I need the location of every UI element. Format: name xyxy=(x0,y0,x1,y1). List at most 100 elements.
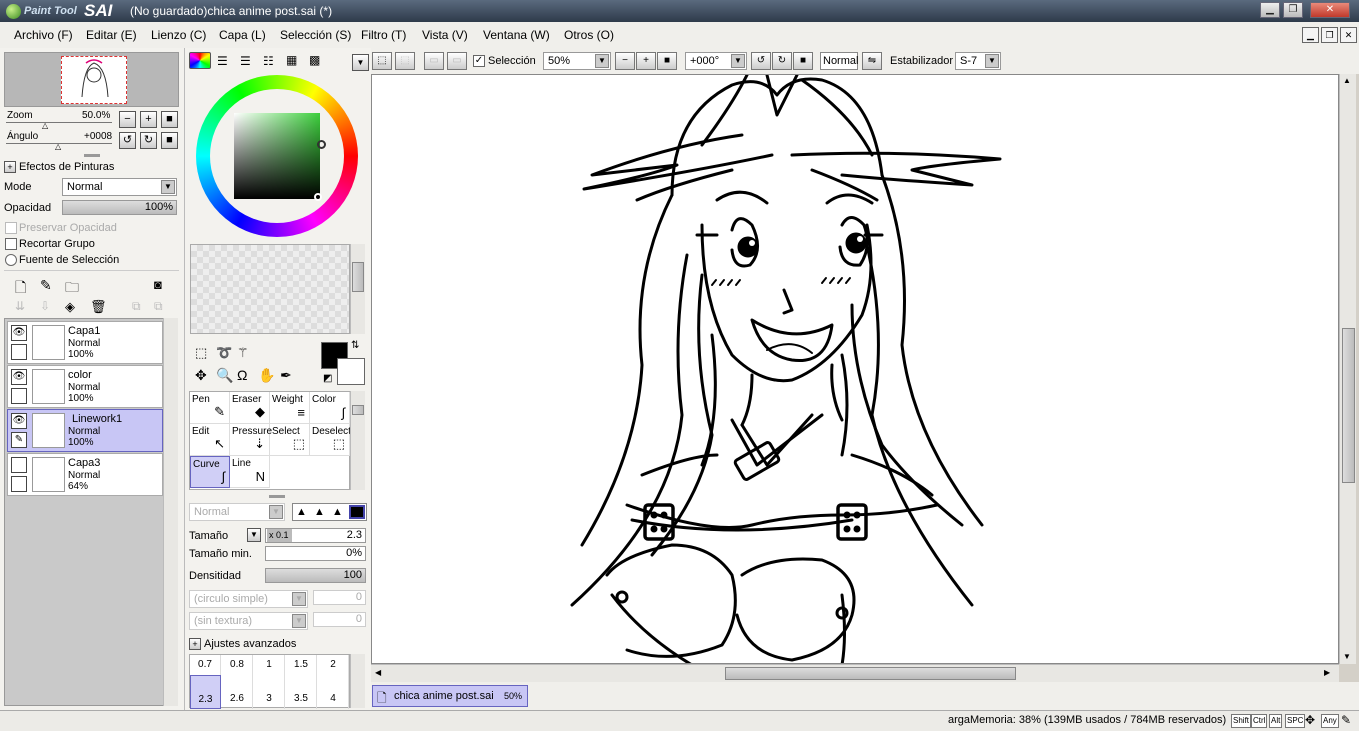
chevron-down-icon[interactable]: ▼ xyxy=(352,54,369,71)
maximize-icon[interactable]: ❐ xyxy=(1283,2,1303,18)
mixer-tab[interactable]: ☷ xyxy=(263,54,274,68)
scroll-up-icon[interactable]: ▲ xyxy=(1343,76,1351,85)
selection-hide-icon[interactable]: ▭ xyxy=(447,52,467,70)
rotate-icon[interactable]: Ω xyxy=(237,367,247,383)
zoom-in-button[interactable]: + xyxy=(140,111,157,128)
layer-row-color[interactable]: 👁 color Normal 100% xyxy=(7,365,163,408)
flip-horizontal-icon[interactable]: ⇋ xyxy=(862,52,882,70)
size-mult-dropdown[interactable]: ▼ xyxy=(247,528,261,542)
layer-lock-toggle[interactable] xyxy=(11,388,27,404)
rotate-right-button[interactable]: ↻ xyxy=(140,132,157,149)
rotate-right-toolbar-button[interactable]: ↻ xyxy=(772,52,792,70)
clip-group-checkbox[interactable] xyxy=(5,238,17,250)
layer-lock-toggle[interactable] xyxy=(11,476,27,492)
hand-icon[interactable]: ✋ xyxy=(258,367,275,384)
color-picker-cursor[interactable] xyxy=(314,193,322,201)
view-mode-select[interactable]: Normal xyxy=(820,52,858,70)
hsv-sliders-tab[interactable]: ☰ xyxy=(240,54,251,68)
merge-down-icon[interactable]: ⇩ xyxy=(40,299,50,313)
zoom-slider[interactable] xyxy=(6,122,112,123)
brush-blend-select[interactable]: Normal ▼ xyxy=(189,503,285,521)
layer-mode-select[interactable]: Normal ▼ xyxy=(62,178,177,196)
opacity-slider[interactable]: 100% xyxy=(62,200,177,215)
new-layer-icon[interactable]: 🗋 xyxy=(15,277,26,301)
menu-archivo[interactable]: Archivo (F) xyxy=(14,28,73,42)
brush-shape-square-icon[interactable] xyxy=(349,505,365,519)
minimize-icon[interactable]: ▁ xyxy=(1260,2,1280,18)
scroll-left-icon[interactable]: ◀ xyxy=(375,668,381,677)
zoom-in-toolbar-button[interactable]: + xyxy=(636,52,656,70)
expand-advanced-icon[interactable]: + xyxy=(189,638,201,650)
layer-row-linework1[interactable]: 👁 ✎ Linework1 Normal 100% xyxy=(7,409,163,452)
scratchpad-tab[interactable]: ▩ xyxy=(309,53,320,67)
magic-wand-icon[interactable]: ⚚ xyxy=(237,345,249,361)
zoom-slider-thumb[interactable]: △ xyxy=(42,121,48,130)
pen-lock-icon[interactable]: ✎ xyxy=(11,432,27,448)
new-linework-layer-icon[interactable]: ✎ xyxy=(40,277,52,294)
canvas[interactable] xyxy=(371,74,1339,664)
visibility-eye-icon[interactable]: 👁 xyxy=(11,369,27,385)
saturation-value-square[interactable] xyxy=(234,113,320,199)
lasso-icon[interactable]: ➰ xyxy=(216,345,232,361)
zoom-out-button[interactable]: − xyxy=(119,111,136,128)
tool-eraser[interactable]: Eraser ◆ xyxy=(230,392,270,424)
brush-texture-select[interactable]: (sin textura) ▼ xyxy=(189,612,308,630)
size-slider[interactable]: x 0.1 2.3 xyxy=(265,528,366,543)
selection-visible-icon[interactable]: ▭ xyxy=(424,52,444,70)
new-folder-icon[interactable]: 🗀 xyxy=(65,277,79,301)
rotate-reset-toolbar-button[interactable]: ■ xyxy=(793,52,813,70)
zoom-reset-toolbar-button[interactable]: ■ xyxy=(657,52,677,70)
selection-source-radio[interactable] xyxy=(5,254,17,266)
brush-texture-strength[interactable]: 0 xyxy=(313,612,366,627)
zoom-select[interactable]: 50% ▼ xyxy=(543,52,611,70)
tool-curve[interactable]: Curve ∫ xyxy=(190,456,230,488)
default-colors-icon[interactable]: ◩ xyxy=(323,373,332,384)
rgb-sliders-tab[interactable]: ☰ xyxy=(217,54,228,68)
tool-weight[interactable]: Weight ≡ xyxy=(270,392,310,424)
tool-pressure[interactable]: Pressure ⇣ xyxy=(230,424,272,456)
brush-shape-medium-icon[interactable]: ▲ xyxy=(314,506,325,518)
scrollbar-thumb[interactable] xyxy=(352,405,364,415)
layer-mask-icon[interactable]: ◙ xyxy=(154,277,162,292)
min-size-slider[interactable]: 0% xyxy=(265,546,366,561)
rotate-left-button[interactable]: ↺ xyxy=(119,132,136,149)
swatches-tab[interactable]: ▦ xyxy=(286,53,297,67)
document-tab[interactable]: 🗋 chica anime post.sai 50% xyxy=(372,685,528,707)
panel-splitter[interactable] xyxy=(84,154,100,157)
rect-select-icon[interactable]: ⬚ xyxy=(195,345,207,361)
apply-mask-icon[interactable]: ⧉ xyxy=(132,299,141,314)
angle-select[interactable]: +000° ▼ xyxy=(685,52,747,70)
deselect-toolbar-icon[interactable]: ⬚ xyxy=(372,52,392,70)
brush-shape-hard-icon[interactable]: ▲ xyxy=(332,506,343,518)
scrollbar-thumb[interactable] xyxy=(725,667,1016,680)
scroll-right-icon[interactable]: ▶ xyxy=(1324,668,1330,677)
menu-ventana[interactable]: Ventana (W) xyxy=(483,28,550,42)
menu-otros[interactable]: Otros (O) xyxy=(564,28,614,42)
layer-row-capa3[interactable]: Capa3 Normal 64% xyxy=(7,453,163,496)
clear-layer-icon[interactable]: ◈ xyxy=(65,299,75,315)
doc-minimize-icon[interactable]: ▁ xyxy=(1302,27,1319,43)
layer-lock-toggle[interactable] xyxy=(11,344,27,360)
expand-effects-icon[interactable]: + xyxy=(4,161,16,173)
zoom-icon[interactable]: 🔍 xyxy=(216,367,233,384)
visibility-eye-icon[interactable]: 👁 xyxy=(11,413,27,429)
eyedropper-icon[interactable]: ✒ xyxy=(280,367,292,384)
scratchpad-scrollbar[interactable] xyxy=(350,244,365,334)
brush-size-preset[interactable]: 3.5 xyxy=(286,675,317,709)
scroll-down-icon[interactable]: ▼ xyxy=(1343,652,1351,661)
navigator-viewport[interactable] xyxy=(61,56,127,104)
zoom-out-toolbar-button[interactable]: − xyxy=(615,52,635,70)
layer-row-capa1[interactable]: 👁 Capa1 Normal 100% xyxy=(7,321,163,364)
doc-close-icon[interactable]: ✕ xyxy=(1340,27,1357,43)
brush-size-preset[interactable]: 2.6 xyxy=(222,675,253,709)
angle-slider-thumb[interactable]: △ xyxy=(55,142,61,151)
move-icon[interactable]: ✥ xyxy=(195,367,207,384)
close-icon[interactable]: ✕ xyxy=(1310,2,1350,18)
zoom-reset-button[interactable]: ■ xyxy=(161,111,178,128)
menu-lienzo[interactable]: Lienzo (C) xyxy=(151,28,206,42)
delete-layer-icon[interactable]: 🗑 xyxy=(90,299,107,315)
transfer-down-icon[interactable]: ⇊ xyxy=(15,299,25,313)
tool-pen[interactable]: Pen ✎ xyxy=(190,392,230,424)
menu-seleccion[interactable]: Selección (S) xyxy=(280,28,351,42)
scratchpad[interactable] xyxy=(190,244,350,334)
